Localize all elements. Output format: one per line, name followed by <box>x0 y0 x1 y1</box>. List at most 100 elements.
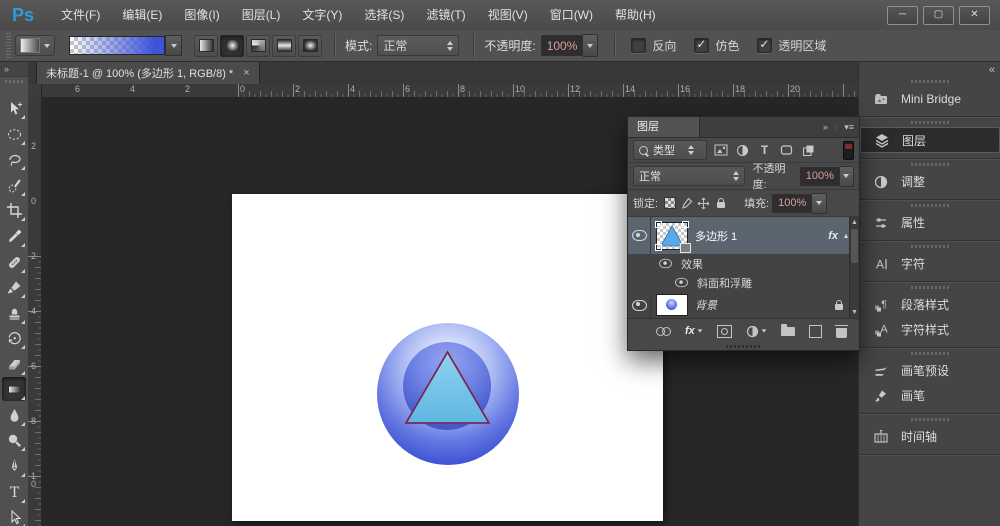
drag-handle-icon[interactable] <box>911 121 949 124</box>
layer-row-polygon-1[interactable]: 多边形 1 fx ▴ <box>628 217 850 254</box>
visibility-toggle[interactable] <box>628 217 651 254</box>
filter-pixel-layers-icon[interactable] <box>712 142 729 158</box>
tab-close-icon[interactable]: × <box>243 67 249 79</box>
drag-handle-icon[interactable] <box>911 245 949 248</box>
menu-view[interactable]: 视图(V) <box>477 0 539 30</box>
menu-type[interactable]: 文字(Y) <box>291 0 353 30</box>
radial-gradient-button[interactable] <box>220 35 244 57</box>
fx-badge[interactable]: fx <box>828 230 838 242</box>
dock-item-paragraph-styles[interactable]: ¶ 段落样式 <box>859 292 1000 317</box>
fill-value[interactable]: 100% <box>772 194 812 213</box>
collapse-effects-icon[interactable]: ▴ <box>844 231 848 240</box>
angle-gradient-button[interactable] <box>246 35 270 57</box>
tool-pen[interactable] <box>2 454 26 478</box>
menu-select[interactable]: 选择(S) <box>353 0 415 30</box>
dock-item-brush[interactable]: 画笔 <box>859 383 1000 408</box>
tool-path-selection[interactable] <box>2 505 26 526</box>
new-adjustment-layer-icon[interactable] <box>746 325 767 338</box>
filter-switch-icon[interactable] <box>843 141 854 160</box>
menu-file[interactable]: 文件(F) <box>50 0 111 30</box>
scroll-up-icon[interactable]: ▲ <box>850 219 859 226</box>
layer-row-background[interactable]: 背景 <box>628 292 850 318</box>
dock-item-mini-bridge[interactable]: Mini Bridge <box>859 86 1000 111</box>
dock-item-brush-presets[interactable]: 画笔预设 <box>859 358 1000 383</box>
reflected-gradient-button[interactable] <box>272 35 296 57</box>
layer-thumbnail[interactable] <box>657 223 687 249</box>
collapse-panel-icon[interactable]: » <box>823 122 828 132</box>
filter-shape-layers-icon[interactable] <box>778 142 795 158</box>
menu-filter[interactable]: 滤镜(T) <box>415 0 476 30</box>
delete-layer-icon[interactable] <box>836 325 847 338</box>
filter-type-select[interactable]: 类型 <box>633 140 707 160</box>
lock-position-icon[interactable] <box>696 196 711 211</box>
panel-resize-handle[interactable] <box>628 343 859 350</box>
drag-handle-icon[interactable] <box>911 352 949 355</box>
layers-panel-tab[interactable]: 图层 <box>628 117 700 137</box>
maximize-button[interactable]: ▢ <box>923 6 954 25</box>
gradient-editor-preview[interactable] <box>69 36 165 55</box>
filter-adjustment-layers-icon[interactable] <box>734 142 751 158</box>
lock-transparent-pixels-icon[interactable] <box>662 196 677 211</box>
scrollbar-thumb[interactable] <box>851 229 858 263</box>
blend-mode-select[interactable]: 正常 <box>633 166 745 186</box>
document-canvas[interactable] <box>232 194 663 521</box>
gradient-picker-dropdown[interactable] <box>165 35 182 56</box>
layer-styles-icon[interactable]: fx <box>685 325 703 337</box>
tool-brush[interactable] <box>2 275 26 299</box>
menu-image[interactable]: 图像(I) <box>173 0 230 30</box>
add-layer-mask-icon[interactable] <box>717 325 732 338</box>
layer-thumbnail[interactable] <box>657 295 687 315</box>
eye-icon[interactable] <box>675 278 688 287</box>
minimize-button[interactable]: ─ <box>887 6 918 25</box>
filter-type-layers-icon[interactable]: T <box>756 142 773 158</box>
tool-dodge[interactable] <box>2 428 26 452</box>
new-group-icon[interactable] <box>781 327 795 336</box>
diamond-gradient-button[interactable] <box>298 35 322 57</box>
drag-handle-icon[interactable] <box>911 163 949 166</box>
tool-lasso[interactable] <box>2 147 26 171</box>
dock-item-timeline[interactable]: 时间轴 <box>859 424 1000 449</box>
tool-clone-stamp[interactable] <box>2 301 26 325</box>
filter-smart-objects-icon[interactable] <box>800 142 817 158</box>
dock-item-character-styles[interactable]: A 字符样式 <box>859 317 1000 342</box>
tool-type[interactable]: T <box>2 480 26 504</box>
dock-item-character[interactable]: A 字符 <box>859 251 1000 276</box>
tool-eyedropper[interactable] <box>2 224 26 248</box>
close-button[interactable]: ✕ <box>959 6 990 25</box>
document-tab[interactable]: 未标题-1 @ 100% (多边形 1, RGB/8) * × <box>36 62 260 84</box>
scroll-down-icon[interactable]: ▼ <box>850 309 859 316</box>
menu-help[interactable]: 帮助(H) <box>604 0 667 30</box>
transparency-checkbox[interactable] <box>757 38 772 53</box>
layer-row-effects[interactable]: 效果 <box>628 254 850 273</box>
opacity-dropdown[interactable] <box>583 34 598 57</box>
tool-elliptical-marquee[interactable] <box>2 122 26 146</box>
dither-checkbox[interactable] <box>694 38 709 53</box>
drag-handle-icon[interactable] <box>911 286 949 289</box>
tool-preset-picker[interactable] <box>15 35 55 56</box>
tool-blur[interactable] <box>2 403 26 427</box>
menu-layer[interactable]: 图层(L) <box>231 0 292 30</box>
layer-opacity-dropdown[interactable] <box>840 166 854 187</box>
tool-gradient[interactable] <box>2 377 26 401</box>
new-layer-icon[interactable] <box>809 325 822 338</box>
reverse-checkbox[interactable] <box>631 38 646 53</box>
drag-handle-icon[interactable] <box>911 204 949 207</box>
ruler-origin-box[interactable] <box>28 84 42 98</box>
layer-row-bevel-emboss[interactable]: 斜面和浮雕 <box>628 273 850 292</box>
tool-eraser[interactable] <box>2 352 26 376</box>
lock-image-pixels-icon[interactable] <box>679 196 694 211</box>
lock-all-icon[interactable] <box>713 196 728 211</box>
layer-name[interactable]: 多边形 1 <box>695 228 737 244</box>
mode-select[interactable]: 正常 <box>377 35 459 56</box>
dock-item-layers[interactable]: 图层 <box>860 127 1000 153</box>
tool-move[interactable] <box>2 96 26 120</box>
opacity-value[interactable]: 100% <box>541 35 584 56</box>
dock-item-properties[interactable]: 属性 <box>859 210 1000 235</box>
layer-opacity-value[interactable]: 100% <box>800 167 840 186</box>
visibility-toggle[interactable] <box>628 292 651 318</box>
drag-handle-icon[interactable] <box>911 418 949 421</box>
menu-window[interactable]: 窗口(W) <box>539 0 604 30</box>
panel-menu-icon[interactable]: ▾≡ <box>844 122 854 133</box>
tool-crop[interactable] <box>2 198 26 222</box>
menu-edit[interactable]: 编辑(E) <box>111 0 173 30</box>
